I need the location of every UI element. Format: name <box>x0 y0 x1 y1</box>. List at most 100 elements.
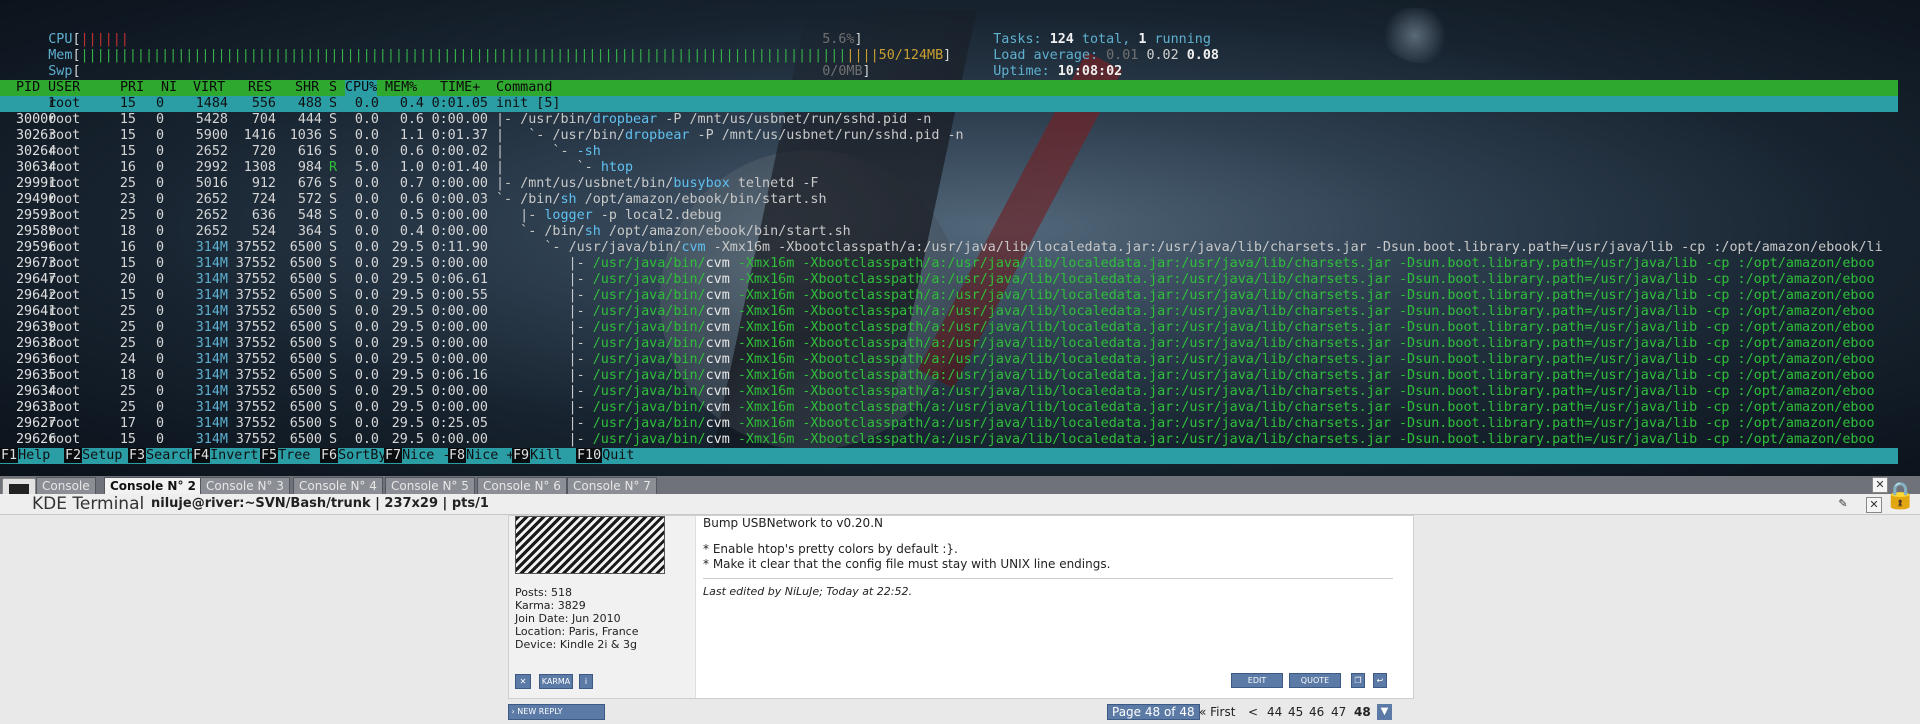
fkey-f1[interactable]: F1Help <box>0 448 50 464</box>
cell-command: |- /usr/java/bin/cvm -Xmx16m -Xbootclass… <box>496 368 1875 383</box>
cell-s: S <box>329 416 338 431</box>
chevron-down-icon[interactable]: ▼ <box>1377 704 1392 720</box>
process-row[interactable]: 29636 root 24 0 314M 37552 6500 S 0.0 29.5 0:00.00… <box>0 352 1898 368</box>
process-row[interactable]: 29490 root 23 0 2652 724 572 S 0.0 0.6 0:00.03 `- /… <box>0 192 1898 208</box>
process-row[interactable]: 29626 root 15 0 314M 37552 6500 S 0.0 29.5 0:00.00… <box>0 432 1898 448</box>
prev-page-link[interactable]: < <box>1248 704 1258 721</box>
process-row[interactable]: 29673 root 15 0 314M 37552 6500 S 0.0 29.5 0:00.00… <box>0 256 1898 272</box>
report-icon[interactable]: ✕ <box>515 674 531 689</box>
col-state[interactable]: S <box>329 80 337 96</box>
swap-meter-value: 0/0MB <box>822 64 863 79</box>
process-row[interactable]: 30634 root 16 0 2992 1308 984 R 5.0 1.0 0:01.40 | `… <box>0 160 1898 176</box>
cell-time: 0:00.00 <box>431 112 488 127</box>
process-row[interactable]: 29642 root 15 0 314M 37552 6500 S 0.0 29.5 0:00.55… <box>0 288 1898 304</box>
col-mem[interactable]: MEM% <box>385 80 417 96</box>
cell-cpu: 0.0 <box>354 192 379 207</box>
cell-pri: 15 <box>119 432 136 447</box>
forum-post: Posts: 518 Karma: 3829 Join Date: Jun 20… <box>508 515 1414 699</box>
process-row[interactable]: 30263 root 15 0 5900 1416 1036 S 0.0 1.1 0:01.37 | … <box>0 128 1898 144</box>
post-message-line3: * Make it clear that the config file mus… <box>703 557 1111 571</box>
function-key-bar[interactable]: F1Help F2Setup F3Search F4Invert F5Tree F6Sor… <box>0 448 1898 464</box>
process-row[interactable]: 30264 root 15 0 2652 720 616 S 0.0 0.6 0:00.02 | `-… <box>0 144 1898 160</box>
post-message-line1: Bump USBNetwork to v0.20.N <box>703 516 883 530</box>
col-user[interactable]: USER <box>48 80 80 96</box>
fkey-f2[interactable]: F2Setup <box>64 448 122 464</box>
fkey-f10[interactable]: F10Quit <box>576 448 634 464</box>
col-res[interactable]: RES <box>248 80 272 96</box>
col-pri[interactable]: PRI <box>120 80 144 96</box>
lock-icon[interactable]: 🔒 <box>1884 480 1916 512</box>
first-page-link[interactable]: « First <box>1199 704 1235 721</box>
process-row[interactable]: 29593 root 25 0 2652 636 548 S 0.0 0.5 0:00.00 |- … <box>0 208 1898 224</box>
fkey-f8[interactable]: F8Nice + <box>448 448 515 464</box>
col-ni[interactable]: NI <box>161 80 177 96</box>
konsole-tab[interactable]: Console N° 7 <box>567 477 657 495</box>
cell-virt: 314M <box>195 432 228 447</box>
fkey-f3[interactable]: F3Search <box>128 448 195 464</box>
cell-time: 0:00.00 <box>431 352 488 367</box>
konsole-tab[interactable]: Console N° 4 <box>293 477 383 495</box>
terminal-window[interactable]: CPU[|||||| 5.6%] Mem[|||||||||||||||||||… <box>0 0 1920 476</box>
col-virt[interactable]: VIRT <box>193 80 225 96</box>
process-row[interactable]: 29647 root 20 0 314M 37552 6500 S 0.0 29.5 0:06.61… <box>0 272 1898 288</box>
cell-res: 37552 <box>235 336 276 351</box>
process-table-header[interactable]: PID USER PRI NI VIRT RES SHR S CPU% MEM%… <box>0 80 1898 96</box>
col-command[interactable]: Command <box>496 80 552 96</box>
process-row[interactable]: 29641 root 25 0 314M 37552 6500 S 0.0 29.5 0:00.00… <box>0 304 1898 320</box>
cell-virt: 314M <box>195 320 228 335</box>
process-row[interactable]: 29633 root 25 0 314M 37552 6500 S 0.0 29.5 0:00.00… <box>0 400 1898 416</box>
cell-virt: 2992 <box>195 160 228 175</box>
process-row[interactable]: 29639 root 25 0 314M 37552 6500 S 0.0 29.5 0:00.00… <box>0 320 1898 336</box>
fkey-f9[interactable]: F9Kill <box>512 448 562 464</box>
fkey-f6[interactable]: F6SortBy <box>320 448 387 464</box>
editor-name[interactable]: NiLuJe <box>785 585 819 598</box>
process-row[interactable]: 29634 root 25 0 314M 37552 6500 S 0.0 29.5 0:00.00… <box>0 384 1898 400</box>
cell-mem: 29.5 <box>391 288 424 303</box>
tools-icon[interactable]: ✎ <box>1836 497 1850 511</box>
konsole-tab[interactable]: Console N° 2 <box>104 477 202 495</box>
process-row[interactable]: 29589 root 18 0 2652 524 364 S 0.0 0.4 0:00.00 `- … <box>0 224 1898 240</box>
col-cpu[interactable]: CPU% <box>345 80 378 96</box>
avatar[interactable] <box>515 516 665 574</box>
karma-button[interactable]: KARMA <box>539 674 573 689</box>
cell-shr: 548 <box>297 208 322 223</box>
konsole-tab[interactable]: Console <box>36 477 96 495</box>
info-icon[interactable]: i <box>579 674 593 689</box>
cell-cpu: 0.0 <box>354 224 379 239</box>
edit-button[interactable]: EDIT <box>1231 673 1283 688</box>
process-row[interactable]: 29596 root 16 0 314M 37552 6500 S 0.0 29.5 0:11.90… <box>0 240 1898 256</box>
col-pid[interactable]: PID <box>16 80 40 96</box>
cell-cpu: 0.0 <box>354 416 379 431</box>
window-titlebar[interactable]: KDE Terminal niluje@river:~SVN/Bash/trun… <box>0 494 1920 515</box>
konsole-tab[interactable]: Console N° 3 <box>200 477 290 495</box>
process-row[interactable]: 29627 root 17 0 314M 37552 6500 S 0.0 29.5 0:25.05… <box>0 416 1898 432</box>
cell-ni: 0 <box>155 352 164 367</box>
col-time[interactable]: TIME+ <box>440 80 480 96</box>
multiquote-icon[interactable]: ❐ <box>1351 673 1365 688</box>
page-link[interactable]: 46 <box>1309 704 1324 721</box>
cell-virt: 1484 <box>195 96 228 111</box>
process-row[interactable]: 29638 root 25 0 314M 37552 6500 S 0.0 29.5 0:00.00… <box>0 336 1898 352</box>
fkey-f4[interactable]: F4Invert <box>192 448 259 464</box>
page-link[interactable]: 44 <box>1267 704 1282 721</box>
fkey-f5[interactable]: F5Tree <box>260 448 310 464</box>
col-shr[interactable]: SHR <box>295 80 319 96</box>
quick-reply-icon[interactable]: ↩ <box>1373 673 1387 688</box>
fkey-f7[interactable]: F7Nice - <box>384 448 451 464</box>
cell-time: 0:00.00 <box>431 336 488 351</box>
page-link[interactable]: 47 <box>1331 704 1346 721</box>
process-row[interactable]: 30000 root 15 0 5428 704 444 S 0.0 0.6 0:00.00 |- /… <box>0 112 1898 128</box>
process-row[interactable]: 29635 root 18 0 314M 37552 6500 S 0.0 29.5 0:06.16… <box>0 368 1898 384</box>
konsole-tab[interactable]: Console N° 5 <box>385 477 475 495</box>
cell-ni: 0 <box>155 144 164 159</box>
konsole-tab[interactable]: Console N° 6 <box>477 477 567 495</box>
konsole-tab-bar[interactable]: Console Console N° 2 Console N° 3 Console N… <box>0 476 1920 495</box>
cell-pri: 25 <box>119 176 136 191</box>
process-row[interactable]: 29991 root 25 0 5016 912 676 S 0.0 0.7 0:00.00 |- /… <box>0 176 1898 192</box>
close-icon[interactable]: ✕ <box>1866 497 1882 513</box>
new-reply-button[interactable]: › NEW REPLY <box>508 704 605 720</box>
cell-shr: 676 <box>297 176 322 191</box>
process-row[interactable]: 1 root 15 0 1484 556 488 S 0.0 0.4 0:01.05 init [5] <box>0 96 1898 112</box>
quote-button[interactable]: QUOTE <box>1289 673 1341 688</box>
page-link[interactable]: 45 <box>1288 704 1303 721</box>
